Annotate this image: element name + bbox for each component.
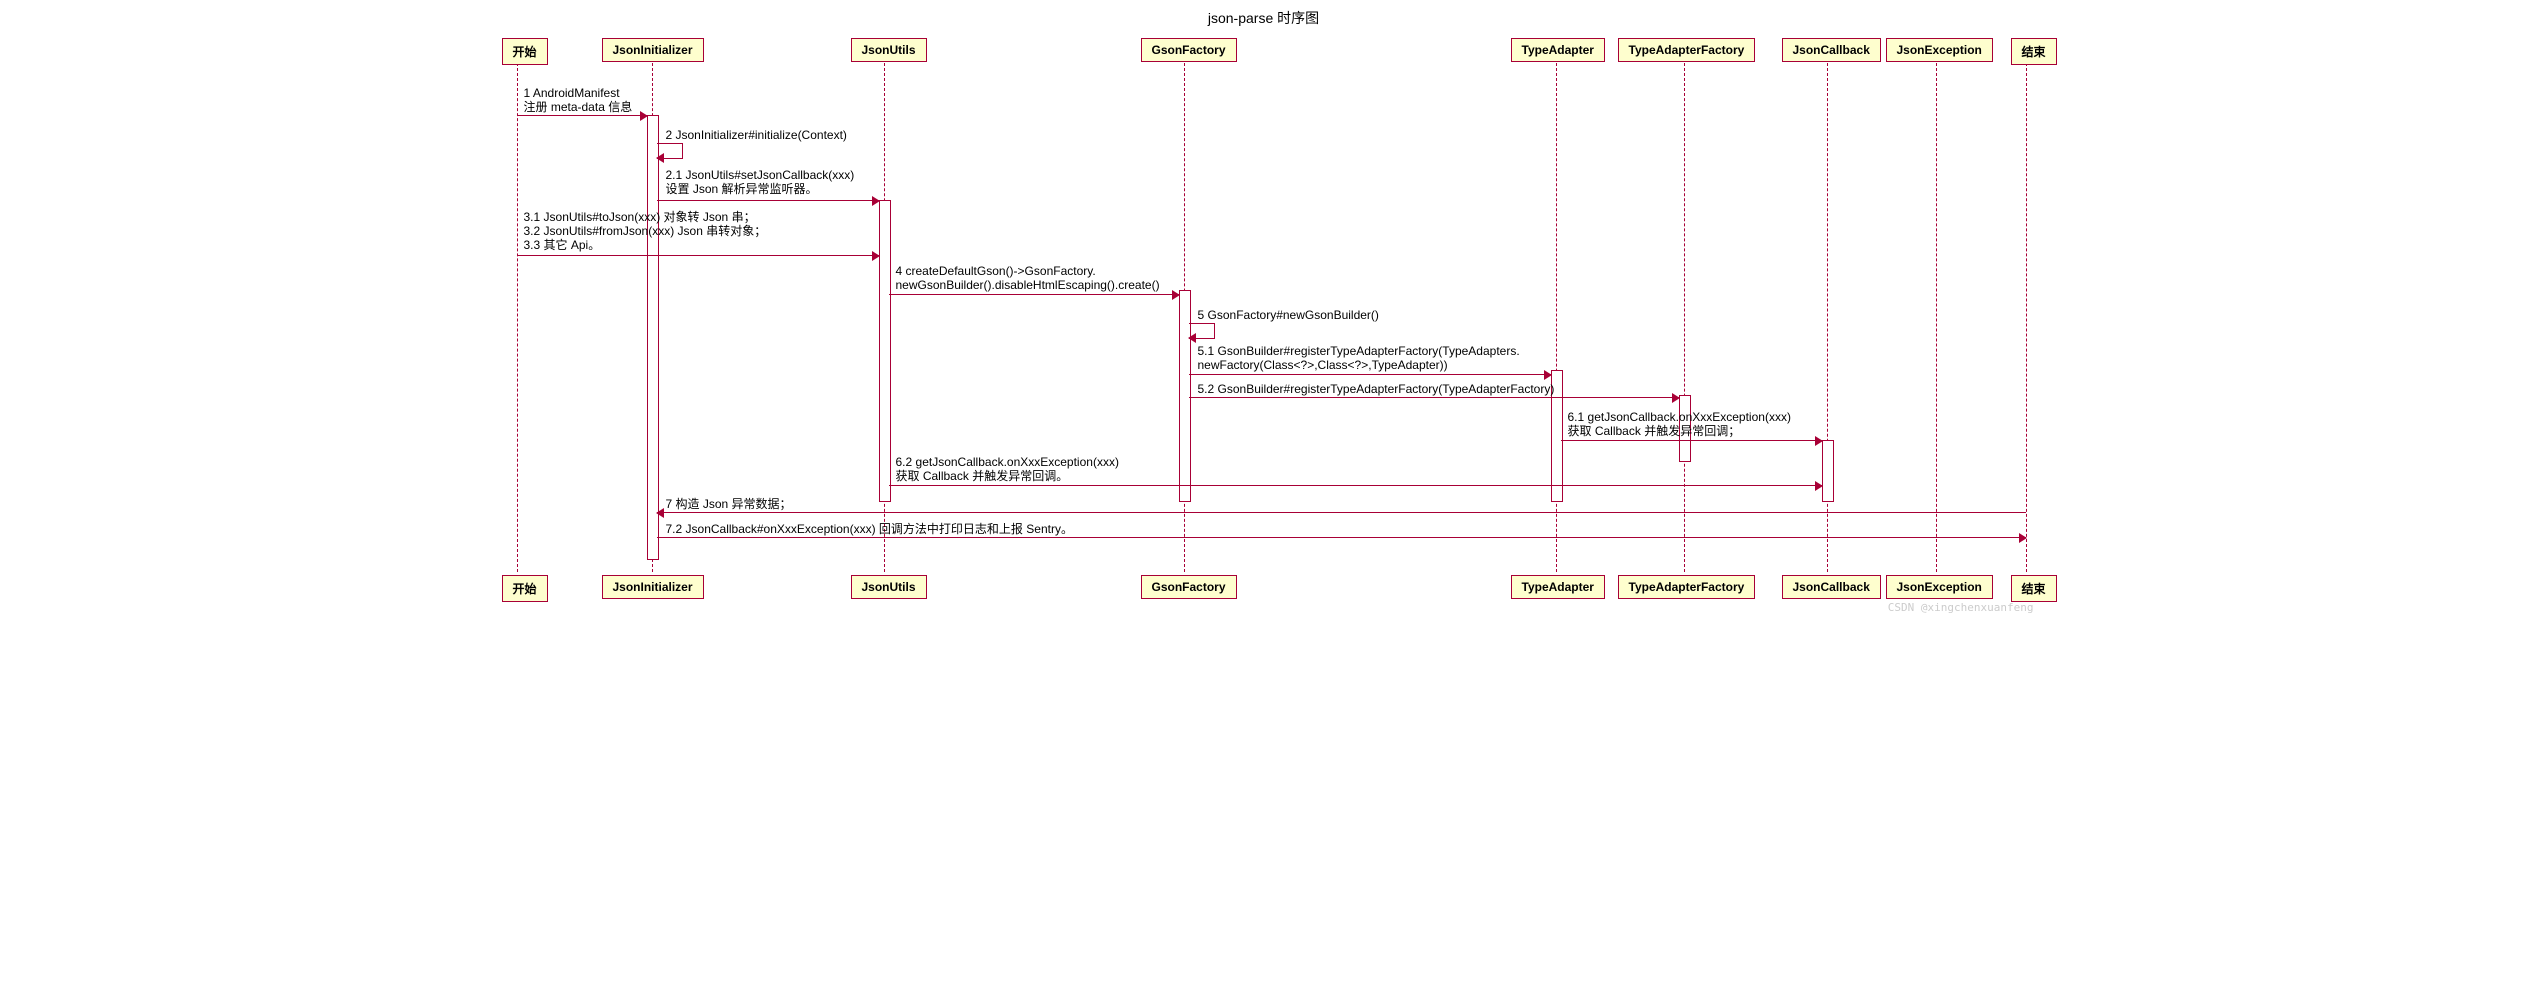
participant-typeadapterfactory-bot: TypeAdapterFactory	[1618, 575, 1756, 599]
msg-4: 4 createDefaultGson()->GsonFactory. newG…	[896, 264, 1160, 292]
participant-jsonexception-top: JsonException	[1886, 38, 1993, 62]
sequence-diagram: json-parse 时序图 开始 JsonInitializer JsonUt…	[484, 0, 2044, 620]
msg-3-l3: 3.3 其它 Api。	[524, 238, 601, 252]
activation-jsoncallback	[1822, 440, 1834, 502]
arrow-5	[1189, 323, 1215, 339]
activation-gsonfactory	[1179, 290, 1191, 502]
msg-5: 5 GsonFactory#newGsonBuilder()	[1198, 308, 1379, 322]
msg-6-1-l2: 获取 Callback 并触发异常回调；	[1568, 424, 1741, 438]
watermark: CSDN @xingchenxuanfeng	[1888, 601, 2034, 614]
arrow-6-2	[889, 485, 1822, 486]
msg-2-1-l1: 2.1 JsonUtils#setJsonCallback(xxx)	[666, 168, 855, 182]
msg-6-2: 6.2 getJsonCallback.onXxxException(xxx) …	[896, 455, 1119, 483]
msg-1-l2: 注册 meta-data 信息	[524, 100, 633, 114]
lifeline-jsonexception	[1936, 63, 1937, 572]
participant-jsonutils-top: JsonUtils	[851, 38, 927, 62]
arrow-7	[657, 512, 2026, 513]
participant-jsoncallback-bot: JsonCallback	[1782, 575, 1881, 599]
participant-jsoninit-top: JsonInitializer	[602, 38, 704, 62]
msg-3: 3.1 JsonUtils#toJson(xxx) 对象转 Json 串； 3.…	[524, 210, 767, 252]
msg-7: 7 构造 Json 异常数据；	[666, 497, 792, 511]
participant-typeadapter-top: TypeAdapter	[1511, 38, 1605, 62]
msg-4-l2: newGsonBuilder().disableHtmlEscaping().c…	[896, 278, 1160, 292]
msg-5-1-l2: newFactory(Class<?>,Class<?>,TypeAdapter…	[1198, 358, 1448, 372]
participant-typeadapter-bot: TypeAdapter	[1511, 575, 1605, 599]
msg-6-2-l1: 6.2 getJsonCallback.onXxxException(xxx)	[896, 455, 1119, 469]
arrow-6-1	[1561, 440, 1822, 441]
msg-1-l1: 1 AndroidManifest	[524, 86, 620, 100]
participant-start-top: 开始	[502, 38, 548, 65]
arrow-5-2	[1189, 397, 1679, 398]
msg-6-1: 6.1 getJsonCallback.onXxxException(xxx) …	[1568, 410, 1791, 438]
arrow-4	[889, 294, 1179, 295]
diagram-title: json-parse 时序图	[484, 8, 2044, 28]
msg-6-1-l1: 6.1 getJsonCallback.onXxxException(xxx)	[1568, 410, 1791, 424]
participant-typeadapterfactory-top: TypeAdapterFactory	[1618, 38, 1756, 62]
msg-5-1-l1: 5.1 GsonBuilder#registerTypeAdapterFacto…	[1198, 344, 1520, 358]
activation-jsonutils	[879, 200, 891, 502]
participant-gsonfactory-top: GsonFactory	[1141, 38, 1237, 62]
msg-6-2-l2: 获取 Callback 并触发异常回调。	[896, 469, 1069, 483]
msg-4-l1: 4 createDefaultGson()->GsonFactory.	[896, 264, 1096, 278]
participant-jsoncallback-top: JsonCallback	[1782, 38, 1881, 62]
lifeline-typeadapterfactory	[1684, 63, 1685, 572]
participant-jsonexception-bot: JsonException	[1886, 575, 1993, 599]
msg-5-1: 5.1 GsonBuilder#registerTypeAdapterFacto…	[1198, 344, 1520, 372]
activation-jsoninit	[647, 115, 659, 560]
msg-2: 2 JsonInitializer#initialize(Context)	[666, 128, 847, 142]
participant-end-bot: 结束	[2011, 575, 2057, 602]
arrow-5-1	[1189, 374, 1551, 375]
msg-3-l2: 3.2 JsonUtils#fromJson(xxx) Json 串转对象；	[524, 224, 767, 238]
arrow-3	[517, 255, 879, 256]
arrow-1	[517, 115, 647, 116]
msg-7-2: 7.2 JsonCallback#onXxxException(xxx) 回调方…	[666, 522, 1073, 536]
msg-1: 1 AndroidManifest 注册 meta-data 信息	[524, 86, 633, 114]
msg-2-1: 2.1 JsonUtils#setJsonCallback(xxx) 设置 Js…	[666, 168, 855, 196]
msg-3-l1: 3.1 JsonUtils#toJson(xxx) 对象转 Json 串；	[524, 210, 756, 224]
participant-end-top: 结束	[2011, 38, 2057, 65]
lifeline-start	[517, 63, 518, 572]
participant-jsonutils-bot: JsonUtils	[851, 575, 927, 599]
lifeline-end	[2026, 63, 2027, 572]
participant-jsoninit-bot: JsonInitializer	[602, 575, 704, 599]
msg-5-2: 5.2 GsonBuilder#registerTypeAdapterFacto…	[1198, 382, 1555, 396]
arrow-2-1	[657, 200, 879, 201]
arrow-2	[657, 143, 683, 159]
arrow-7-2	[657, 537, 2026, 538]
msg-2-1-l2: 设置 Json 解析异常监听器。	[666, 182, 818, 196]
participant-start-bot: 开始	[502, 575, 548, 602]
participant-gsonfactory-bot: GsonFactory	[1141, 575, 1237, 599]
